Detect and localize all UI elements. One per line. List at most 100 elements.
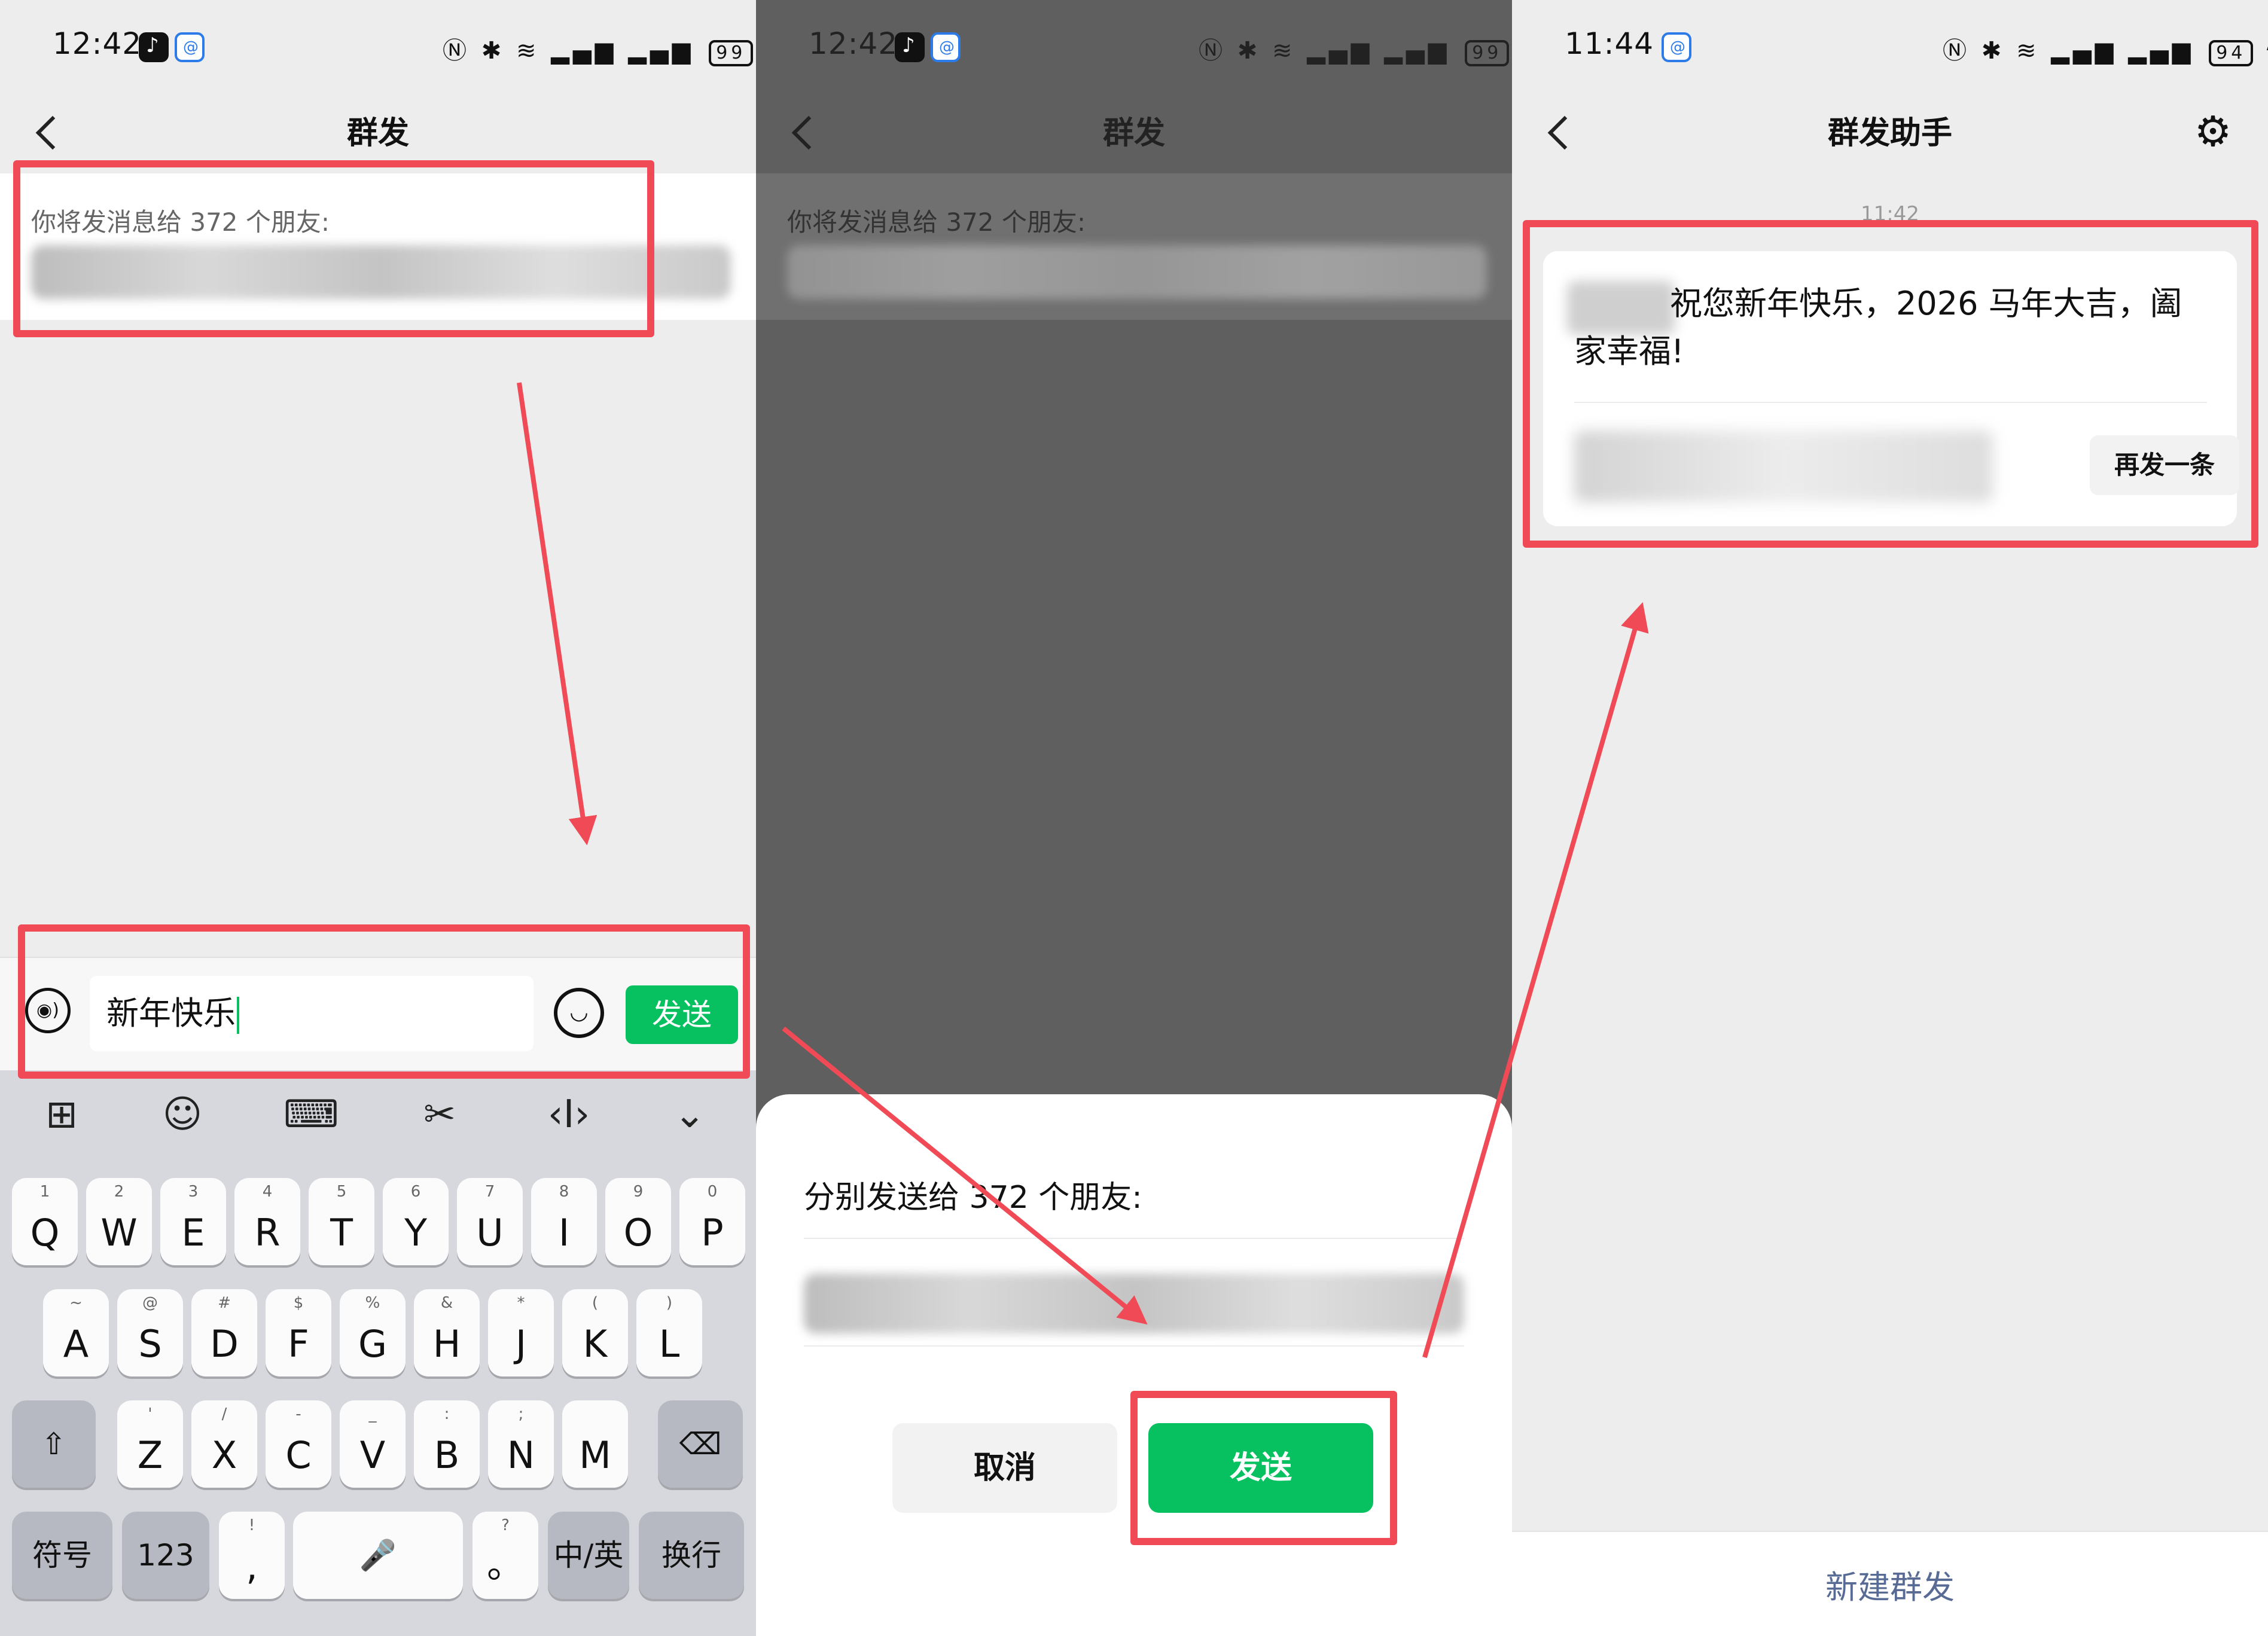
key-d[interactable]: # D xyxy=(191,1289,257,1376)
highlight-message xyxy=(1523,220,2258,548)
numbers-key[interactable]: 123 xyxy=(122,1512,209,1599)
key-r[interactable]: 4R xyxy=(234,1178,300,1265)
key-label: V xyxy=(359,1433,386,1477)
key-hint: 2 xyxy=(114,1183,124,1201)
key-hint: & xyxy=(440,1294,453,1312)
recipient-names-blurred xyxy=(804,1274,1464,1333)
key-a[interactable]: ~ A xyxy=(43,1289,109,1376)
key-label: J xyxy=(515,1322,527,1366)
key-label: W xyxy=(100,1211,138,1255)
keyboard-icon[interactable]: ⌨ xyxy=(284,1091,339,1139)
status-time: 12:42 xyxy=(809,26,898,61)
key-u[interactable]: 7U xyxy=(457,1178,523,1265)
key-hint: 4 xyxy=(262,1183,273,1201)
shift-key[interactable]: ⇧ xyxy=(12,1400,96,1488)
key-k[interactable]: (K xyxy=(562,1289,628,1376)
key-label: U xyxy=(476,1211,504,1255)
tiktok-icon xyxy=(139,32,169,62)
soft-keyboard: ⊞ ☺ ⌨ ✂ ‹I› ⌄ 1 Q 2 W 3 E 4 R 5 T 6 Y 7 U 8 I 9 O 0 P ~ A @ S # D… xyxy=(0,1070,756,1636)
comma-key[interactable]: !, xyxy=(219,1512,285,1599)
key-g[interactable]: % G xyxy=(340,1289,406,1376)
key-b[interactable]: :B xyxy=(414,1400,480,1488)
key-hint: 7 xyxy=(484,1183,495,1201)
key-label: G xyxy=(358,1322,388,1366)
nfc-icon: Ⓝ xyxy=(1199,37,1226,65)
wifi-icon: ≋ xyxy=(2016,37,2040,65)
key-label: 。 xyxy=(486,1543,524,1586)
key-c[interactable]: -C xyxy=(266,1400,331,1488)
key-hint: % xyxy=(365,1294,380,1312)
key-w[interactable]: 2W xyxy=(86,1178,152,1265)
settings-gear-icon[interactable]: ⚙ xyxy=(2189,108,2237,155)
symbols-key[interactable]: 符号 xyxy=(12,1512,112,1599)
key-q[interactable]: 1Q xyxy=(12,1178,78,1265)
key-label: H xyxy=(432,1322,461,1366)
system-status-icons: Ⓝ ✱ ≋ ▂▄▆ ▂▄▆ 99 xyxy=(443,31,754,66)
backspace-key[interactable]: ⌫ xyxy=(658,1400,743,1488)
space-key[interactable]: 🎤 xyxy=(293,1512,463,1599)
key-f[interactable]: $ F xyxy=(266,1289,331,1376)
divider xyxy=(804,1345,1464,1347)
sheet-title: 分别发送给 372 个朋友: xyxy=(804,1180,1142,1216)
period-key[interactable]: ?。 xyxy=(472,1512,538,1599)
key-s[interactable]: @ S xyxy=(117,1289,183,1376)
key-hint: * xyxy=(517,1294,525,1312)
page-title: 群发助手 xyxy=(1827,115,1952,151)
new-broadcast-button[interactable]: 新建群发 xyxy=(1512,1561,2268,1608)
key-x[interactable]: / X xyxy=(191,1400,257,1488)
app-notification-icon xyxy=(175,32,205,62)
key-label: 🎤 xyxy=(359,1538,397,1573)
key-label: Q xyxy=(30,1211,60,1255)
key-m[interactable]: M xyxy=(562,1400,628,1488)
key-t[interactable]: 5T xyxy=(309,1178,374,1265)
nav-bar: 群发 xyxy=(756,96,1512,173)
key-h[interactable]: & H xyxy=(414,1289,480,1376)
key-z[interactable]: ' Z xyxy=(117,1400,183,1488)
collapse-keyboard-icon[interactable]: ⌄ xyxy=(663,1091,717,1139)
key-hint: 1 xyxy=(39,1183,50,1201)
enter-key[interactable]: 换行 xyxy=(639,1512,744,1599)
key-label: P xyxy=(701,1211,724,1255)
key-hint: : xyxy=(444,1405,450,1423)
key-n[interactable]: ; N xyxy=(488,1400,554,1488)
key-i[interactable]: 8I xyxy=(531,1178,597,1265)
app-notification-icon xyxy=(931,32,961,62)
key-e[interactable]: 3E xyxy=(160,1178,226,1265)
nav-bar: 群发助手 ⚙ xyxy=(1512,96,2268,173)
emoji-icon[interactable]: ☺ xyxy=(156,1091,209,1139)
status-bar: 11:44 Ⓝ ✱ ≋ ▂▄▆ ▂▄▆ 94 ϟ xyxy=(1512,0,2268,96)
highlight-recipients xyxy=(13,160,654,337)
key-label: S xyxy=(138,1322,162,1366)
status-time: 11:44 xyxy=(1565,26,1654,61)
key-v[interactable]: _ V xyxy=(340,1400,406,1488)
signal-icon-2: ▂▄▆ xyxy=(1384,37,1450,65)
key-label: E xyxy=(181,1211,205,1255)
language-switch-key[interactable]: 中/英 xyxy=(548,1512,629,1599)
key-hint: 6 xyxy=(410,1183,421,1201)
bluetooth-icon: ✱ xyxy=(1981,37,2005,65)
key-hint: 5 xyxy=(336,1183,347,1201)
key-label: C xyxy=(285,1433,312,1477)
key-hint: - xyxy=(295,1405,301,1423)
key-l[interactable]: ) L xyxy=(636,1289,702,1376)
wifi-icon: ≋ xyxy=(1272,37,1296,65)
key-label: F xyxy=(288,1322,309,1366)
recipient-names-blurred xyxy=(787,245,1487,299)
key-j[interactable]: * J xyxy=(488,1289,554,1376)
wifi-icon: ≋ xyxy=(516,37,540,65)
key-label: 符号 xyxy=(32,1538,92,1573)
cursor-move-icon[interactable]: ‹I› xyxy=(542,1091,596,1139)
cancel-button[interactable]: 取消 xyxy=(892,1423,1117,1513)
key-y[interactable]: 6Y xyxy=(383,1178,449,1265)
key-label: 123 xyxy=(137,1538,194,1573)
key-label: N xyxy=(507,1433,535,1477)
key-p[interactable]: 0P xyxy=(679,1178,745,1265)
grid-menu-icon[interactable]: ⊞ xyxy=(35,1091,89,1139)
scissors-icon[interactable]: ✂ xyxy=(413,1091,467,1139)
tiktok-icon xyxy=(895,32,925,62)
key-hint: _ xyxy=(368,1405,377,1423)
key-o[interactable]: 9O xyxy=(605,1178,671,1265)
dimmed-background: 12:42 Ⓝ ✱ ≋ ▂▄▆ ▂▄▆ 99 群发 你将发消息给 372 个朋友… xyxy=(756,0,1512,1094)
key-hint: 9 xyxy=(633,1183,644,1201)
nfc-icon: Ⓝ xyxy=(443,37,470,65)
